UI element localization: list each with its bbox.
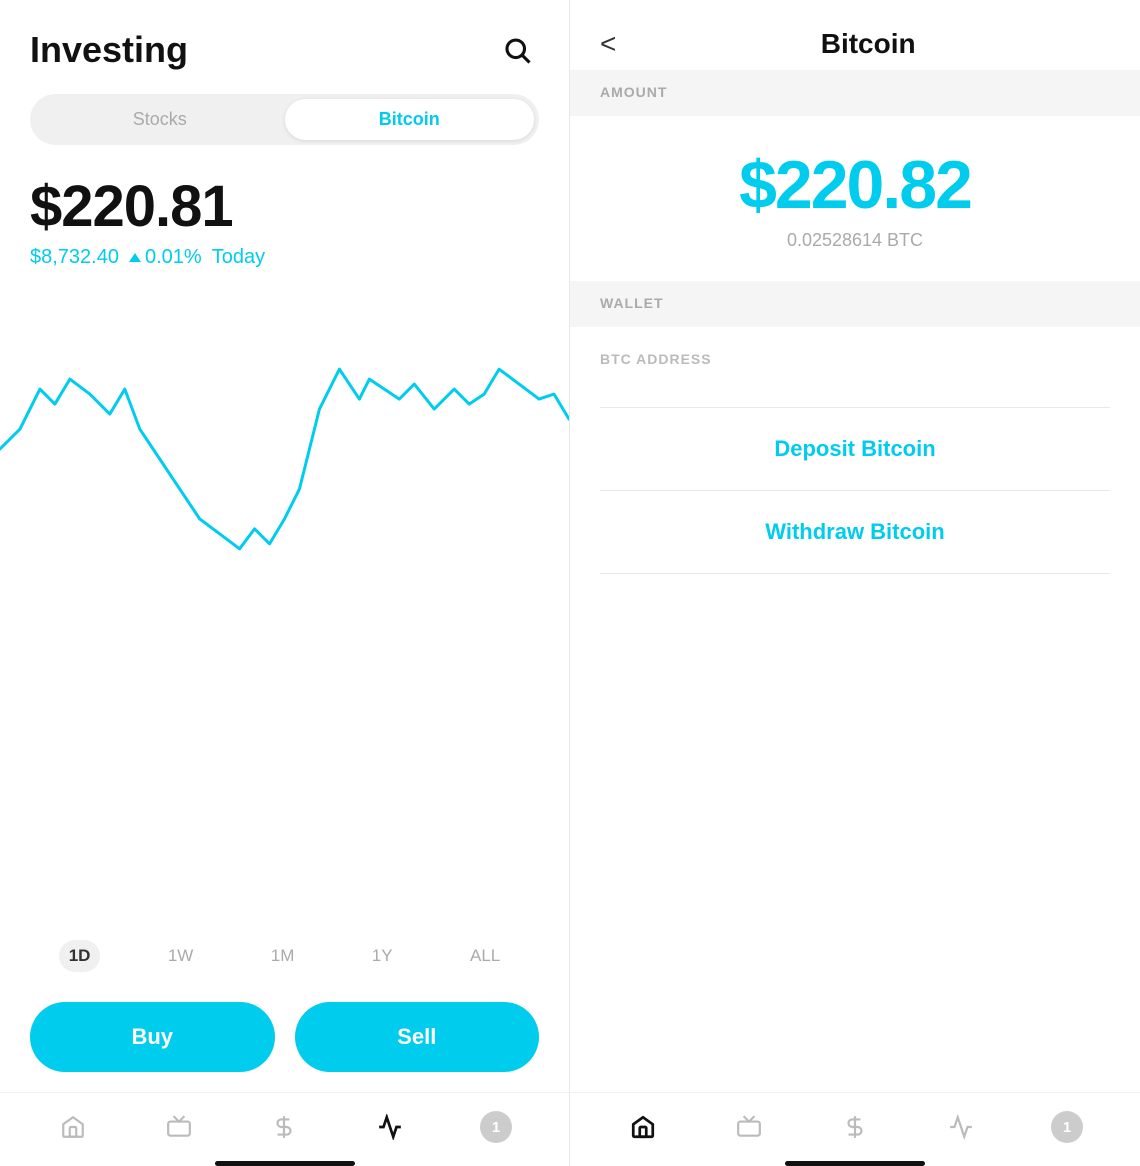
time-all[interactable]: ALL (460, 940, 510, 972)
home-indicator-left (215, 1161, 355, 1166)
tv-icon (166, 1114, 192, 1140)
dollar-icon-right (842, 1114, 868, 1140)
time-1d[interactable]: 1D (59, 940, 101, 972)
nav-dollar-right[interactable] (830, 1107, 880, 1147)
nav-dollar[interactable] (259, 1107, 309, 1147)
nav-activity[interactable] (365, 1107, 415, 1147)
search-button[interactable] (495, 28, 539, 72)
nav-notifications-right[interactable]: 1 (1042, 1107, 1092, 1147)
nav-home-right[interactable] (618, 1107, 668, 1147)
activity-icon-right (948, 1114, 974, 1140)
time-selector: 1D 1W 1M 1Y ALL (0, 926, 569, 986)
deposit-bitcoin-button[interactable]: Deposit Bitcoin (570, 408, 1140, 490)
price-meta: $8,732.40 0.01% Today (30, 246, 539, 269)
time-1m[interactable]: 1M (261, 940, 305, 972)
time-1y[interactable]: 1Y (362, 940, 403, 972)
left-panel: Investing Stocks Bitcoin $220.81 $8,732.… (0, 0, 570, 1166)
nav-activity-right[interactable] (936, 1107, 986, 1147)
home-icon (60, 1114, 86, 1140)
change-wrap: 0.01% (129, 246, 202, 269)
wallet-section-bar: WALLET (570, 281, 1140, 327)
period-label: Today (212, 246, 265, 269)
btc-address-area: BTC ADDRESS (570, 327, 1140, 407)
nav-tv[interactable] (154, 1107, 204, 1147)
action-buttons: Buy Sell (0, 986, 569, 1092)
wallet-label: WALLET (600, 295, 664, 311)
chart-area (0, 279, 569, 916)
notification-badge: 1 (480, 1111, 512, 1143)
nav-notifications[interactable]: 1 (471, 1107, 521, 1147)
nav-tv-right[interactable] (724, 1107, 774, 1147)
tab-stocks[interactable]: Stocks (35, 99, 285, 140)
tv-icon-right (736, 1114, 762, 1140)
main-price: $220.81 (30, 173, 539, 240)
nav-home[interactable] (48, 1107, 98, 1147)
back-button[interactable]: < (600, 30, 616, 58)
bottom-nav-right: 1 (570, 1092, 1140, 1153)
tab-bitcoin[interactable]: Bitcoin (285, 99, 535, 140)
dollar-icon (271, 1114, 297, 1140)
left-header: Investing (0, 0, 569, 82)
right-header: < Bitcoin (570, 0, 1140, 70)
notification-badge-right: 1 (1051, 1111, 1083, 1143)
page-title: Investing (30, 29, 188, 71)
withdraw-bitcoin-button[interactable]: Withdraw Bitcoin (570, 491, 1140, 573)
sell-button[interactable]: Sell (295, 1002, 540, 1072)
btc-address-label: BTC ADDRESS (600, 351, 712, 367)
up-arrow-icon (129, 253, 141, 262)
change-percent: 0.01% (145, 246, 202, 269)
amount-section-bar: AMOUNT (570, 70, 1140, 116)
home-indicator-right (785, 1161, 925, 1166)
amount-display: $220.82 0.02528614 BTC (570, 116, 1140, 281)
search-icon (502, 35, 532, 65)
tab-selector: Stocks Bitcoin (30, 94, 539, 145)
activity-icon (377, 1114, 403, 1140)
buy-button[interactable]: Buy (30, 1002, 275, 1072)
price-section: $220.81 $8,732.40 0.01% Today (0, 145, 569, 279)
time-1w[interactable]: 1W (158, 940, 204, 972)
amount-btc: 0.02528614 BTC (787, 230, 923, 251)
btc-market-price: $8,732.40 (30, 246, 119, 269)
amount-usd: $220.82 (739, 146, 971, 224)
amount-label: AMOUNT (600, 84, 667, 100)
right-panel: < Bitcoin AMOUNT $220.82 0.02528614 BTC … (570, 0, 1140, 1166)
price-chart (0, 289, 569, 609)
home-icon-right (630, 1114, 656, 1140)
bottom-nav-left: 1 (0, 1092, 569, 1153)
right-title: Bitcoin (626, 28, 1110, 60)
